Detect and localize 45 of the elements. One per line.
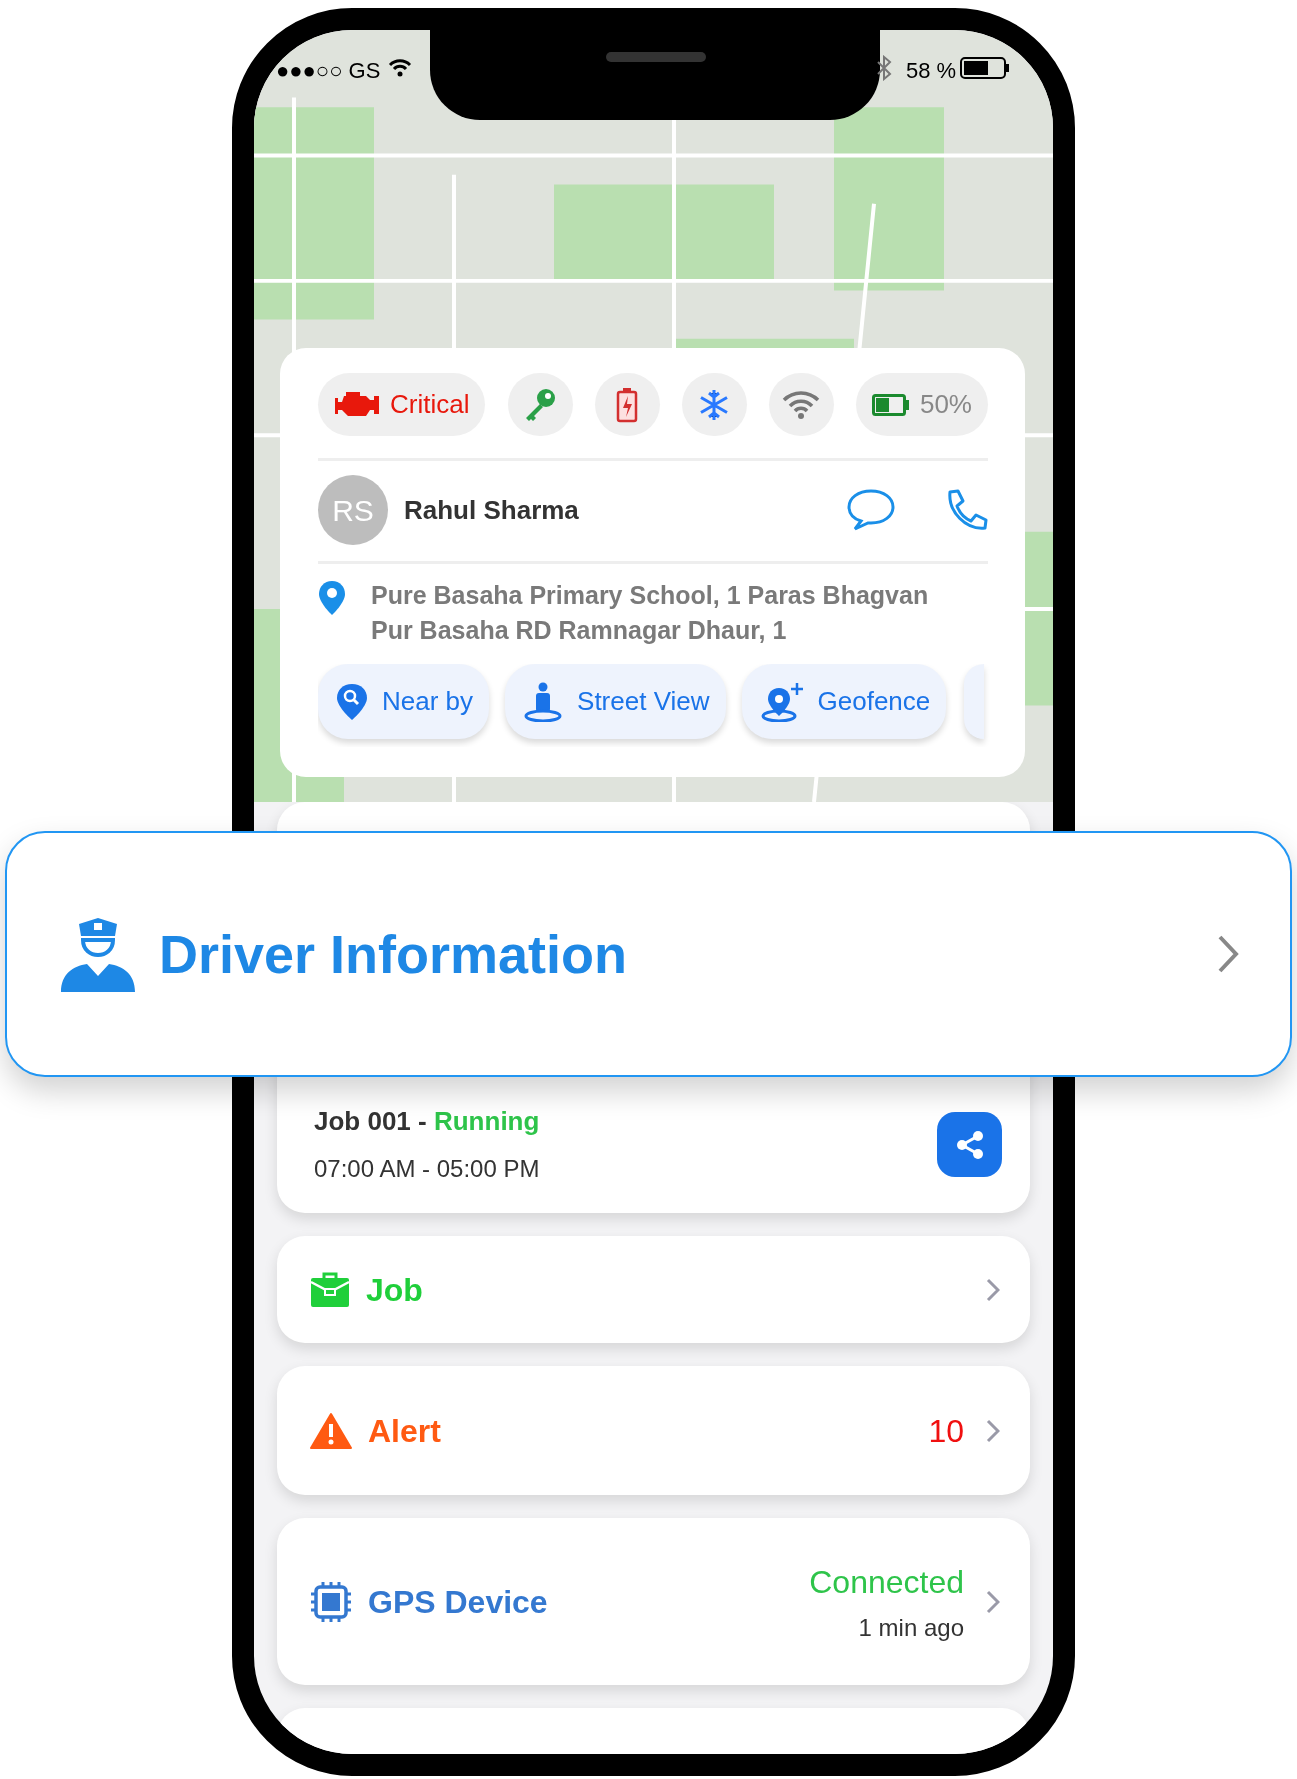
warning-icon xyxy=(310,1411,352,1450)
job-title: Job 001 - xyxy=(314,1106,427,1136)
alert-menu-item[interactable]: Alert 10 xyxy=(277,1366,1030,1495)
location-pin-icon xyxy=(318,580,346,616)
chevron-right-icon xyxy=(986,1589,1000,1614)
person-icon xyxy=(523,681,564,722)
wifi-icon xyxy=(388,59,412,77)
briefcase-icon xyxy=(310,1271,350,1308)
chat-icon[interactable] xyxy=(846,488,896,532)
job-hours: 07:00 AM - 05:00 PM xyxy=(314,1154,540,1184)
pin-plus-icon xyxy=(759,681,804,722)
chip-icon xyxy=(310,1580,352,1623)
gps-menu-item[interactable]: GPS Device Connected 1 min ago xyxy=(277,1518,1030,1685)
nearby-button[interactable]: Near by xyxy=(318,664,490,739)
address-text: Pure Basaha Primary School, 1 Paras Bhagvan Pur Basaha RD Ramnagar Dhaur, 1 xyxy=(371,580,930,646)
menu-label: GPS Device xyxy=(368,1582,548,1622)
chevron-right-icon xyxy=(1216,934,1240,974)
banner-title: Driver Information xyxy=(159,922,628,986)
chevron-right-icon xyxy=(986,1277,1000,1302)
streetview-button[interactable]: Street View xyxy=(505,664,726,739)
menu-label: Alert xyxy=(368,1411,441,1451)
search-pin-icon xyxy=(336,682,368,721)
alert-count: 10 xyxy=(928,1411,964,1451)
battery-percent: 58 % xyxy=(906,57,957,85)
snowflake-icon xyxy=(698,388,731,421)
share-button[interactable] xyxy=(937,1112,1002,1177)
connection-status: Connected xyxy=(809,1562,964,1602)
signal-icon xyxy=(782,389,821,420)
battery-half-icon xyxy=(871,393,910,416)
driver-name: Rahul Sharma xyxy=(404,493,579,527)
last-update-time: 1 min ago xyxy=(857,1612,964,1643)
chevron-right-icon xyxy=(986,1418,1000,1443)
carrier-signal: ●●●○○ GS xyxy=(276,57,381,85)
battery-alert-icon xyxy=(616,386,639,423)
battery-icon xyxy=(960,57,1010,79)
geofence-button[interactable]: Geofence xyxy=(741,664,947,739)
menu-label: Job xyxy=(366,1270,423,1310)
avatar: RS xyxy=(318,475,388,545)
driver-information-banner[interactable]: Driver Information xyxy=(5,831,1292,1077)
driver-icon xyxy=(59,916,137,992)
job-menu-item[interactable]: Job xyxy=(277,1236,1030,1343)
job-status: Running xyxy=(433,1106,540,1136)
status-label: Critical xyxy=(390,388,470,421)
status-label: 50% xyxy=(919,388,972,421)
bluetooth-icon xyxy=(876,55,892,81)
